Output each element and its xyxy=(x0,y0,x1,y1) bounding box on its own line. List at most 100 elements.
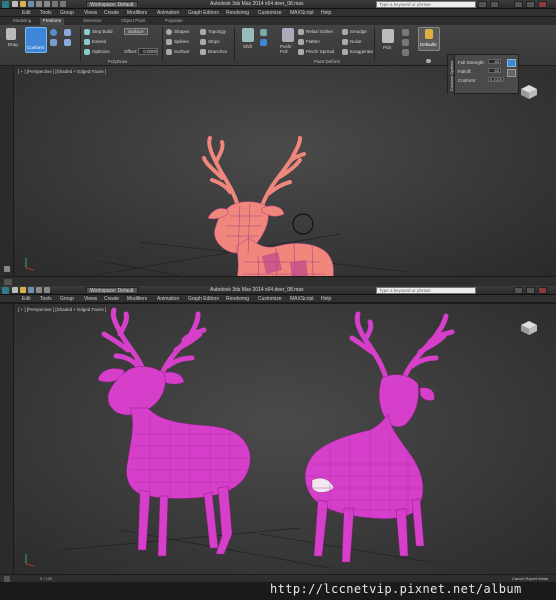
menu-edit[interactable]: Edit xyxy=(22,296,31,302)
close-icon[interactable] xyxy=(538,287,547,294)
menu-maxscript[interactable]: MAXScript xyxy=(290,10,314,16)
conform-tool-icon-3[interactable] xyxy=(64,39,71,46)
search-go-icon[interactable] xyxy=(478,1,487,8)
conform-move-icon[interactable] xyxy=(50,39,57,46)
redo-icon[interactable] xyxy=(44,287,50,293)
smudge-button[interactable]: Smudge xyxy=(350,29,367,34)
menu-modifiers[interactable]: Modifiers xyxy=(127,10,147,16)
shift-button[interactable]: Shift xyxy=(243,44,252,49)
paint-deform-panel-label[interactable]: Paint Deform xyxy=(314,59,340,64)
menu-help[interactable]: Help xyxy=(321,296,331,302)
undo-icon[interactable] xyxy=(36,287,42,293)
close-icon[interactable] xyxy=(538,1,547,8)
time-slider-readout[interactable]: 0 / 100 xyxy=(40,576,52,581)
tab-selection[interactable]: Selection xyxy=(80,18,105,25)
full-strength-input[interactable]: 85 xyxy=(488,59,501,64)
open-file-icon[interactable] xyxy=(20,287,26,293)
menu-views[interactable]: Views xyxy=(84,296,97,302)
search-input[interactable]: Type a keyword or phrase xyxy=(376,287,476,294)
pick-option-icon-3[interactable] xyxy=(402,49,409,56)
offset-input[interactable]: 0.0000 xyxy=(138,48,158,55)
search-input[interactable]: Type a keyword or phrase xyxy=(376,1,476,8)
step-build-button[interactable]: Step Build xyxy=(92,29,113,34)
hold-icon[interactable] xyxy=(60,1,66,7)
conform-tool-icon-2[interactable] xyxy=(64,29,71,36)
menu-edit[interactable]: Edit xyxy=(22,10,31,16)
tab-object-paint[interactable]: Object Paint xyxy=(118,18,149,25)
conform-brush-icon[interactable] xyxy=(50,29,57,36)
save-file-icon[interactable] xyxy=(28,1,34,7)
branches-button[interactable]: Branches xyxy=(208,49,227,54)
pick-button[interactable]: Pick xyxy=(383,45,392,50)
splines-button[interactable]: Splines xyxy=(174,39,189,44)
falloff-input[interactable]: 85 xyxy=(488,68,501,73)
pinch-spread-button[interactable]: Pinch/ Spread xyxy=(306,49,334,54)
viewcube-icon[interactable] xyxy=(518,320,540,336)
app-logo-icon[interactable] xyxy=(2,1,9,8)
noise-button[interactable]: Noise xyxy=(350,39,362,44)
shift-option-icon[interactable] xyxy=(260,29,267,36)
extend-button[interactable]: Extend xyxy=(92,39,106,44)
drag-icon[interactable] xyxy=(6,28,16,40)
maximize-icon[interactable] xyxy=(526,1,535,8)
surface-button[interactable]: Surface xyxy=(174,49,190,54)
flatten-button[interactable]: Flatten xyxy=(306,39,320,44)
menu-customize[interactable]: Customize xyxy=(258,10,282,16)
polydraw-panel-label[interactable]: PolyDraw xyxy=(108,59,127,64)
conform-options-tab[interactable]: Conform Options xyxy=(448,55,455,95)
open-file-icon[interactable] xyxy=(20,1,26,7)
push-pull-icon[interactable] xyxy=(282,28,294,42)
menu-tools[interactable]: Tools xyxy=(40,296,52,302)
topology-button[interactable]: Topology xyxy=(208,29,226,34)
strips-button[interactable]: Strips xyxy=(208,39,220,44)
menu-tools[interactable]: Tools xyxy=(40,10,52,16)
shift-icon[interactable] xyxy=(242,28,254,42)
project-folder-icon[interactable] xyxy=(52,1,58,7)
conform-option-icon[interactable] xyxy=(507,69,516,77)
tab-modeling[interactable]: Modeling xyxy=(10,18,34,25)
menu-group[interactable]: Group xyxy=(60,10,74,16)
maximize-icon[interactable] xyxy=(526,287,535,294)
menu-create[interactable]: Create xyxy=(104,296,119,302)
optimize-button[interactable]: Optimize xyxy=(92,49,110,54)
menu-create[interactable]: Create xyxy=(104,10,119,16)
workspace-selector[interactable]: Workspace: Default xyxy=(86,1,138,8)
workspace-selector[interactable]: Workspace: Default xyxy=(86,287,138,294)
conform-input[interactable]: 0.1000 xyxy=(488,77,504,82)
menu-views[interactable]: Views xyxy=(84,10,97,16)
menu-rendering[interactable]: Rendering xyxy=(226,296,249,302)
status-icon[interactable] xyxy=(4,279,12,285)
shapes-button[interactable]: Shapes xyxy=(174,29,189,34)
menu-customize[interactable]: Customize xyxy=(258,296,282,302)
menu-animation[interactable]: Animation xyxy=(157,10,179,16)
menu-graph-editors[interactable]: Graph Editors xyxy=(188,296,219,302)
tab-freeform[interactable]: Freeform xyxy=(40,18,65,25)
tab-populate[interactable]: Populate xyxy=(162,18,186,25)
top-viewport[interactable]: [ + ] [Perspective ] [Shaded + Edged Fac… xyxy=(0,66,556,276)
relax-soften-button[interactable]: Relax/ Soften xyxy=(306,29,333,34)
undo-icon[interactable] xyxy=(36,1,42,7)
new-file-icon[interactable] xyxy=(12,1,18,7)
exaggerate-button[interactable]: Exaggerate xyxy=(350,49,373,54)
drag-button[interactable]: Drag xyxy=(8,42,18,47)
app-logo-icon[interactable] xyxy=(2,287,9,294)
conform-lock-icon[interactable] xyxy=(507,59,516,67)
redo-icon[interactable] xyxy=(44,1,50,7)
infocenter-icon[interactable] xyxy=(490,1,499,8)
viewcube-icon[interactable] xyxy=(518,84,540,100)
minimize-icon[interactable] xyxy=(514,287,523,294)
push-pull-button[interactable]: Push/ Pull xyxy=(280,44,298,54)
pick-icon[interactable] xyxy=(382,29,394,43)
menu-group[interactable]: Group xyxy=(60,296,74,302)
menu-maxscript[interactable]: MAXScript xyxy=(290,296,314,302)
menu-graph-editors[interactable]: Graph Editors xyxy=(188,10,219,16)
bottom-viewport[interactable]: [ + ] [Perspective ] [Shaded + Edged Fac… xyxy=(0,304,556,574)
panel-expand-icon[interactable] xyxy=(426,59,431,63)
save-file-icon[interactable] xyxy=(28,287,34,293)
pick-option-icon-2[interactable] xyxy=(402,39,409,46)
deer-model-back[interactable] xyxy=(304,311,455,563)
menu-animation[interactable]: Animation xyxy=(157,296,179,302)
surface-dropdown[interactable]: Surface xyxy=(124,28,148,35)
deer-model-front[interactable] xyxy=(97,307,251,557)
pick-option-icon[interactable] xyxy=(402,29,409,36)
